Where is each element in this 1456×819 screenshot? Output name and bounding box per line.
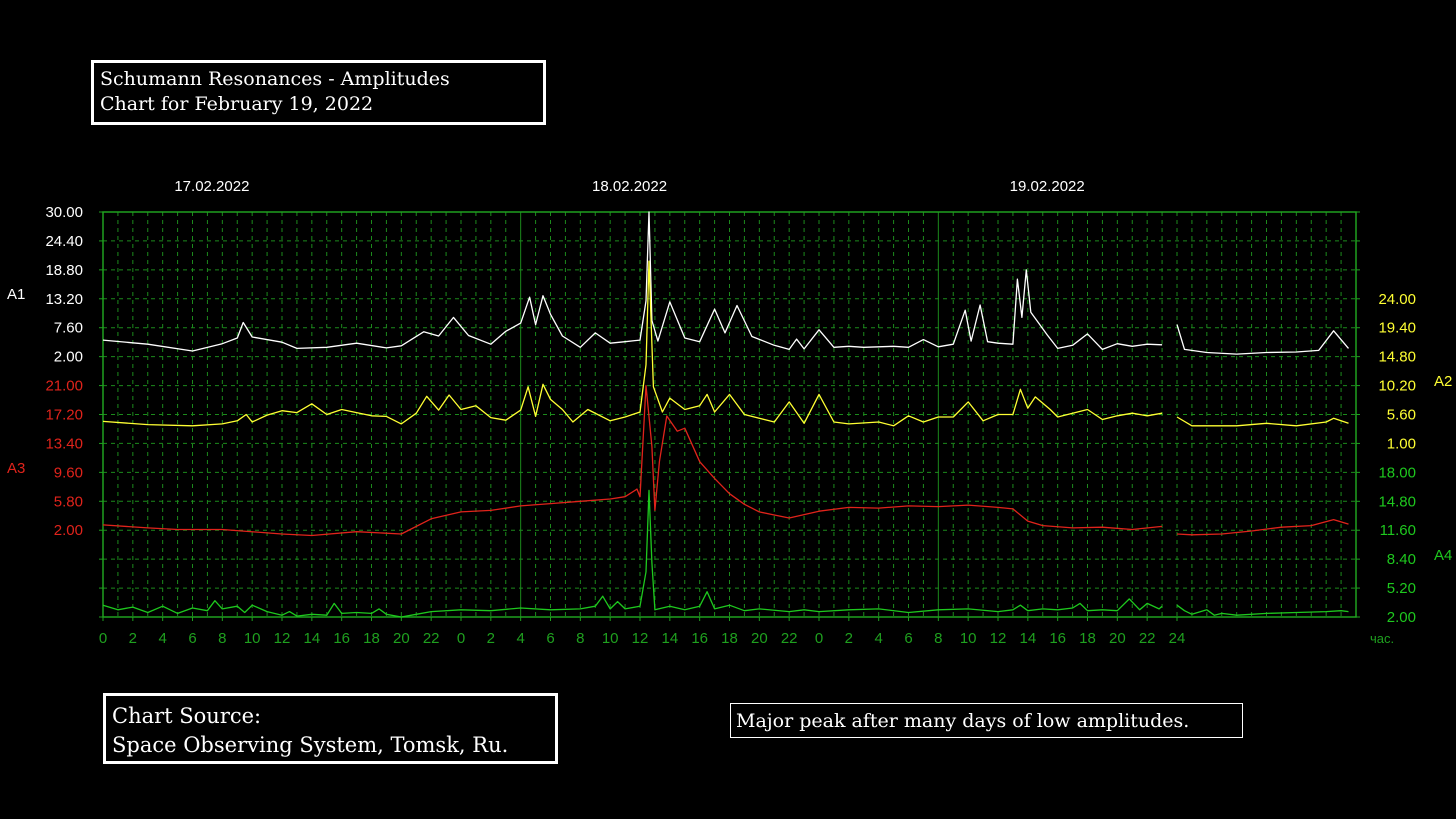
x-unit-label: час.: [1370, 631, 1394, 646]
x-tick-label: 2: [487, 630, 495, 647]
y-tick-label-A3: 21.00: [45, 378, 83, 395]
y-tick-label-A2: 1.00: [1387, 435, 1416, 452]
x-tick-label: 22: [1139, 630, 1156, 647]
y-tick-label-A4: 8.40: [1387, 551, 1416, 568]
x-tick-label: 4: [516, 630, 524, 647]
x-tick-label: 12: [990, 630, 1007, 647]
chart-svg: 17.02.2022 18.02.2022 19.02.20220 2 4 6 8 10 12 1…: [7, 178, 1452, 647]
x-tick-label: 16: [1049, 630, 1066, 647]
y-tick-label-A1: 7.60: [54, 320, 83, 337]
x-tick-label: 20: [1109, 630, 1126, 647]
x-tick-label: 10: [244, 630, 261, 647]
x-tick-label: 8: [934, 630, 942, 647]
x-tick-label: 6: [904, 630, 912, 647]
y-tick-label-A1: 13.20: [45, 291, 83, 308]
axis-name-A2: A2: [1434, 373, 1452, 390]
x-tick-label: 18: [1079, 630, 1096, 647]
x-tick-label: 6: [188, 630, 196, 647]
x-tick-label: 16: [333, 630, 350, 647]
y-tick-label-A2: 19.40: [1378, 320, 1416, 337]
x-tick-label: 0: [815, 630, 823, 647]
y-tick-label-A1: 24.40: [45, 233, 83, 250]
annotation-note: Major peak after many days of low amplit…: [730, 703, 1243, 738]
series-line-A2-segment-2: [1176, 416, 1349, 427]
y-tick-label-A3: 9.60: [54, 464, 83, 481]
y-tick-label-A2: 24.00: [1378, 291, 1416, 308]
y-tick-label-A3: 17.20: [45, 407, 83, 424]
x-tick-label: 12: [632, 630, 649, 647]
x-tick-label: 22: [423, 630, 440, 647]
x-tick-label: 12: [274, 630, 291, 647]
series-line-A3: [102, 384, 1163, 537]
y-tick-label-A4: 14.80: [1378, 493, 1416, 510]
y-tick-label-A1: 30.00: [45, 204, 83, 221]
x-tick-label: 8: [218, 630, 226, 647]
x-tick-label: 14: [1019, 630, 1036, 647]
y-tick-label-A4: 18.00: [1378, 464, 1416, 481]
x-tick-label: 8: [576, 630, 584, 647]
x-tick-label: 14: [303, 630, 320, 647]
y-tick-label-A1: 2.00: [54, 349, 83, 366]
y-tick-label-A2: 14.80: [1378, 349, 1416, 366]
x-tick-label: 16: [691, 630, 708, 647]
date-label-1: 17.02.2022: [174, 178, 249, 195]
series-line-A3-segment-2: [1176, 518, 1349, 536]
source-line1: Chart Source:: [112, 704, 262, 728]
x-tick-label: 2: [845, 630, 853, 647]
y-tick-label-A2: 5.60: [1387, 407, 1416, 424]
x-tick-label: 2: [129, 630, 137, 647]
x-tick-label: 10: [602, 630, 619, 647]
date-label-3: 19.02.2022: [1010, 178, 1085, 195]
chart-source-box: Chart Source: Space Observing System, To…: [103, 693, 558, 764]
series-line-A4-segment-2: [1176, 604, 1349, 616]
x-tick-label: 6: [546, 630, 554, 647]
x-tick-label: 0: [99, 630, 107, 647]
x-tick-label: 10: [960, 630, 977, 647]
y-tick-label-A4: 11.60: [1380, 522, 1416, 539]
series-line-A4: [102, 489, 1163, 618]
x-tick-label: 20: [751, 630, 768, 647]
y-tick-label-A3: 13.40: [45, 435, 83, 452]
x-tick-label: 0: [457, 630, 465, 647]
date-label-2: 18.02.2022: [592, 178, 667, 195]
x-tick-label: 14: [661, 630, 678, 647]
x-tick-label: 22: [781, 630, 798, 647]
x-tick-label: 4: [874, 630, 882, 647]
y-tick-label-A4: 2.00: [1387, 609, 1416, 626]
x-tick-label: 4: [158, 630, 166, 647]
x-tick-label: 18: [363, 630, 380, 647]
axis-name-A3: A3: [7, 460, 25, 477]
annotation-note-text: Major peak after many days of low amplit…: [736, 710, 1190, 732]
series-line-A1-segment-2: [1176, 324, 1349, 355]
source-line2: Space Observing System, Tomsk, Ru.: [112, 733, 509, 757]
x-tick-label: 24: [1169, 630, 1186, 647]
axis-name-A4: A4: [1434, 547, 1452, 564]
y-tick-label-A1: 18.80: [45, 262, 83, 279]
y-tick-label-A3: 5.80: [54, 493, 83, 510]
y-tick-label-A4: 5.20: [1387, 580, 1416, 597]
y-tick-label-A2: 10.20: [1378, 378, 1416, 395]
x-tick-label: 20: [393, 630, 410, 647]
y-tick-label-A3: 2.00: [54, 522, 83, 539]
axis-name-A1: A1: [7, 286, 25, 303]
series-line-A1: [102, 211, 1163, 352]
x-tick-label: 18: [721, 630, 738, 647]
